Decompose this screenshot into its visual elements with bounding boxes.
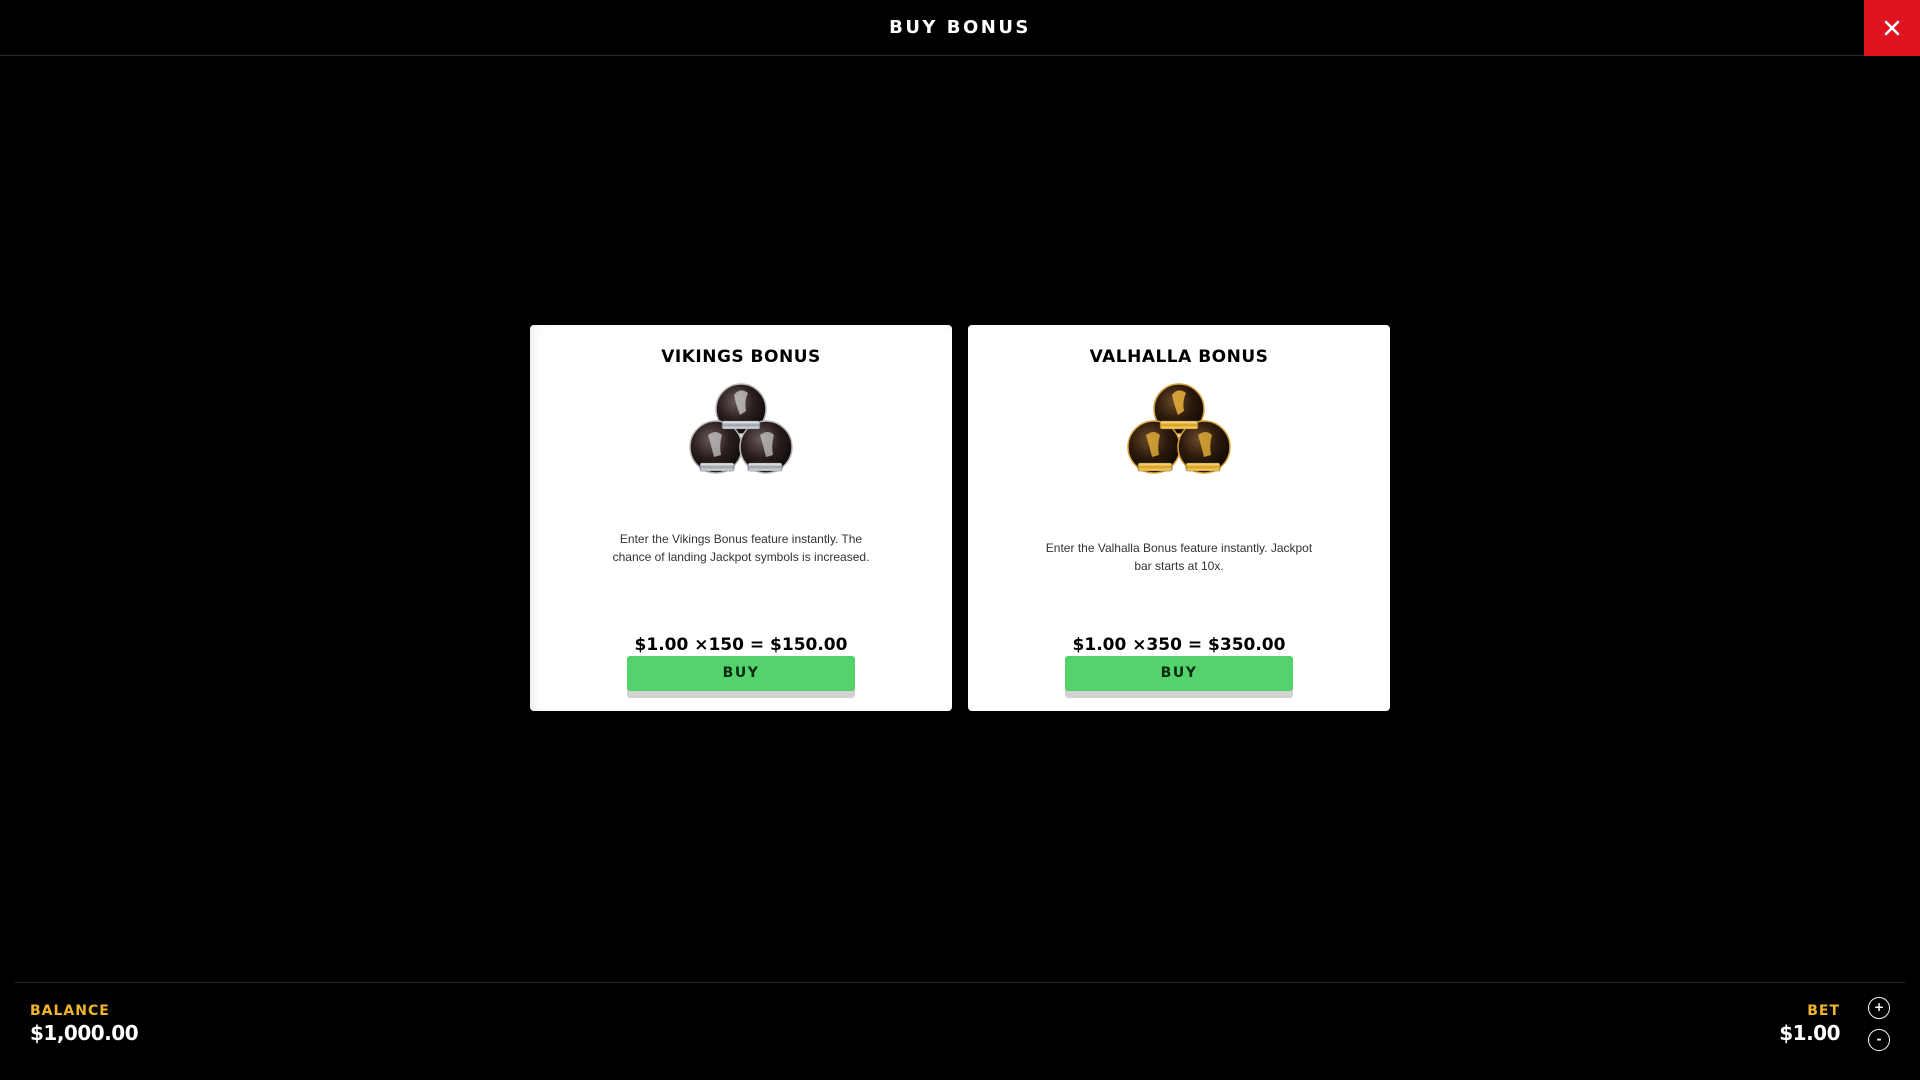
footer-divider (15, 982, 1905, 983)
close-button[interactable] (1864, 0, 1920, 56)
buy-button-label: BUY (627, 656, 855, 691)
bonus-title: VIKINGS BONUS (661, 347, 821, 367)
minus-icon: - (1876, 1032, 1882, 1046)
balance-value: $1,000.00 (30, 1021, 139, 1045)
plus-icon: + (1873, 1000, 1885, 1014)
page-title: BUY BONUS (889, 17, 1031, 38)
bonus-price: $1.00 ×150 = $150.00 (634, 635, 848, 655)
decrease-bet-button[interactable]: - (1868, 1029, 1890, 1051)
bet-value: $1.00 (1779, 1021, 1840, 1045)
bonus-title: VALHALLA BONUS (1089, 347, 1269, 367)
top-bar: BUY BONUS (0, 0, 1920, 56)
buy-button-label: BUY (1065, 656, 1293, 691)
scatter-symbols-silver-icon (689, 383, 793, 474)
balance-label: BALANCE (30, 1003, 110, 1019)
bet-label: BET (1807, 1003, 1840, 1019)
close-icon (1884, 20, 1900, 36)
buy-valhalla-bonus-button[interactable]: BUY (1065, 656, 1293, 698)
bonus-card-vikings: VIKINGS BONUS Enter the Vikings Bonus fe… (530, 325, 952, 711)
bonus-description: Enter the Vikings Bonus feature instantl… (612, 532, 870, 564)
bonus-card-valhalla: VALHALLA BONUS Enter the Valhalla Bonus … (968, 325, 1390, 711)
bonus-description: Enter the Valhalla Bonus feature instant… (1045, 541, 1313, 573)
increase-bet-button[interactable]: + (1868, 997, 1890, 1019)
buy-vikings-bonus-button[interactable]: BUY (627, 656, 855, 698)
scatter-symbols-gold-icon (1127, 383, 1231, 474)
bonus-price: $1.00 ×350 = $350.00 (1072, 635, 1286, 655)
